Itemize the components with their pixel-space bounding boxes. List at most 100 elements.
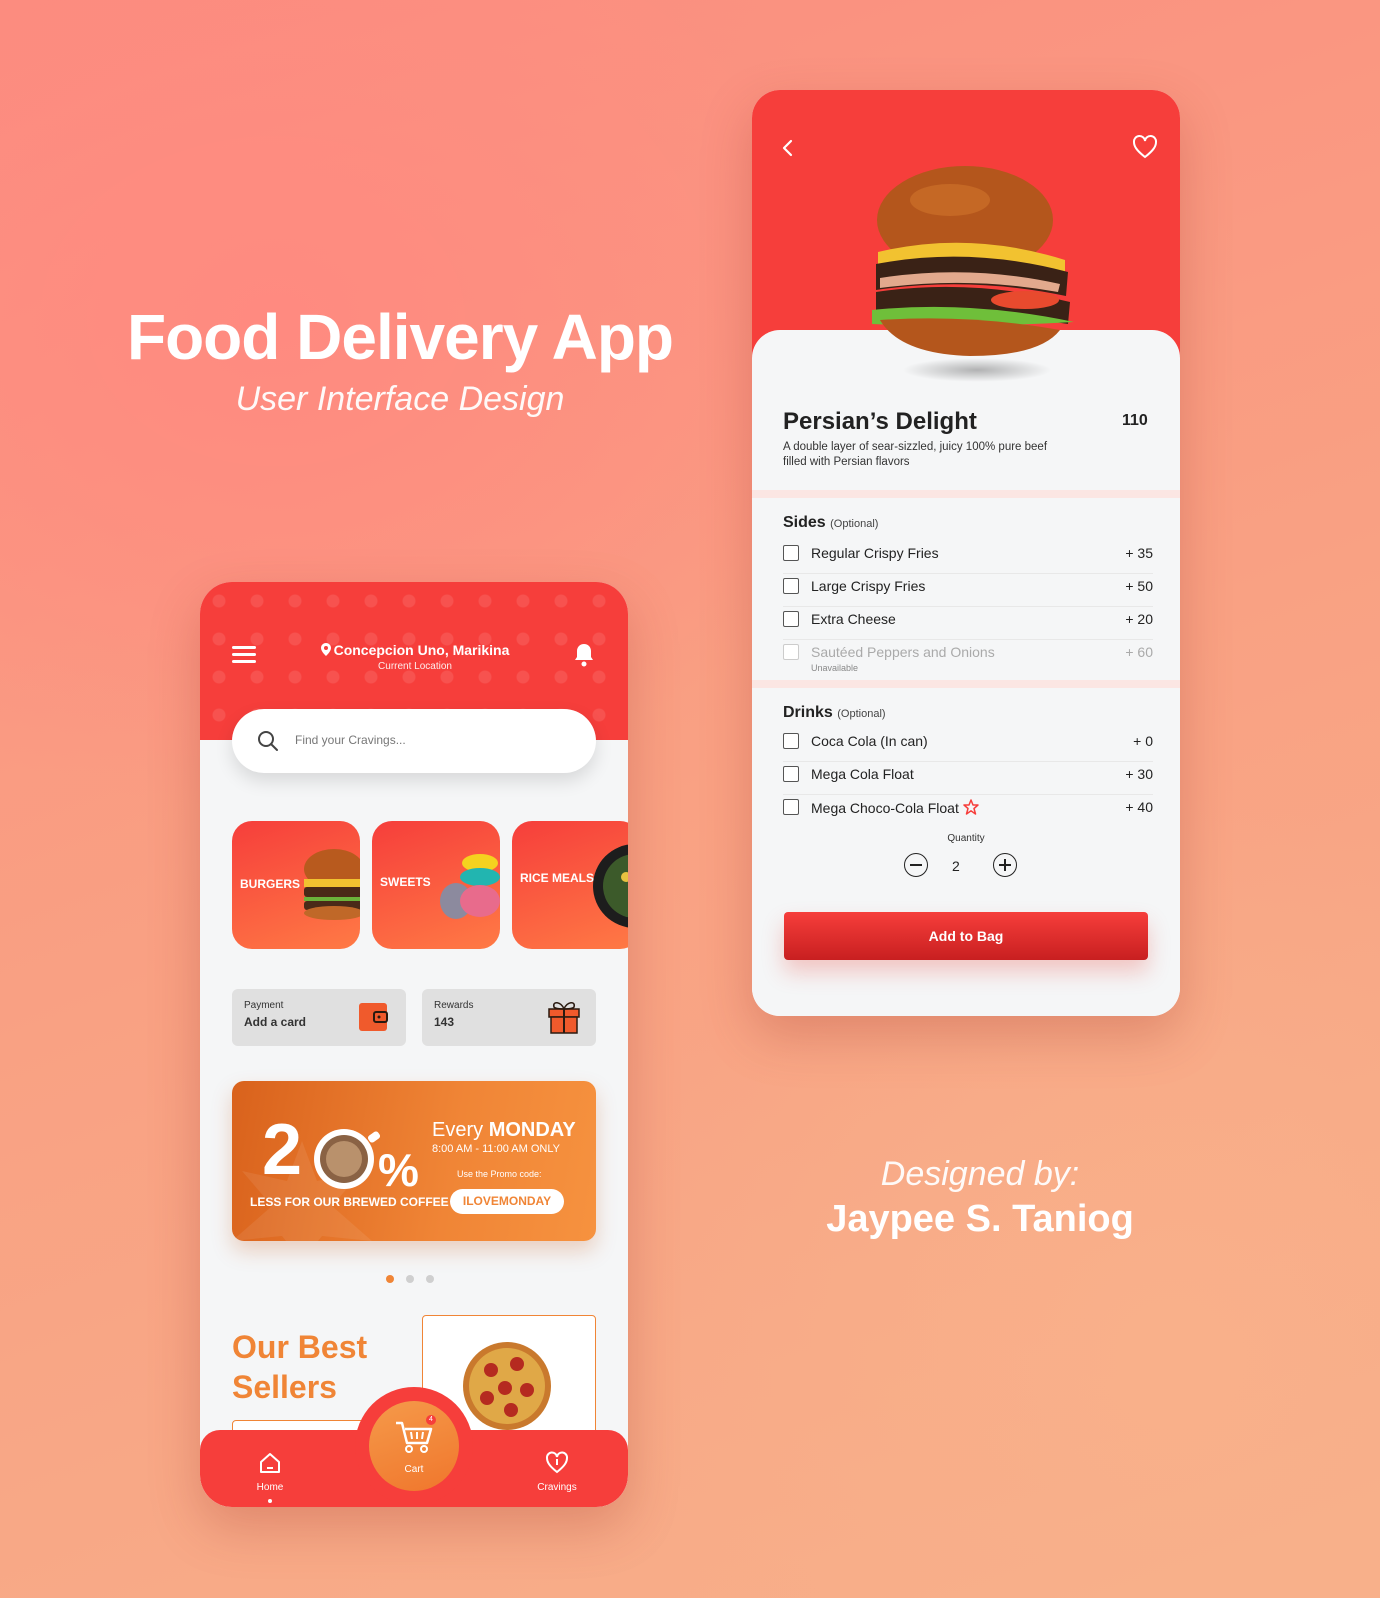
carousel-dots: [386, 1270, 446, 1288]
payment-tile[interactable]: Payment Add a card: [232, 989, 406, 1046]
product-name: Persian’s Delight: [783, 408, 977, 435]
checkbox[interactable]: [783, 799, 799, 815]
option-price: + 60: [1125, 644, 1153, 660]
menu-icon[interactable]: [232, 644, 258, 666]
headline: Food Delivery App User Interface Design: [0, 300, 800, 419]
favorite-heart-icon[interactable]: [1132, 134, 1158, 160]
side-option-unavailable: Sautéed Peppers and Onions + 60 Unavaila…: [783, 641, 1153, 677]
option-label: Mega Cola Float: [811, 766, 914, 782]
credit-label: Designed by:: [880, 1155, 1080, 1193]
promo-code-pill[interactable]: ILOVEMONDAY: [450, 1189, 564, 1214]
quantity-minus-button[interactable]: [904, 853, 928, 877]
payment-value: Add a card: [244, 1015, 307, 1029]
location-pin-icon: [320, 643, 331, 656]
product-price: 110: [1122, 412, 1148, 429]
checkbox[interactable]: [783, 578, 799, 594]
nav-active-dot: [268, 1499, 272, 1503]
add-to-bag-button[interactable]: Add to Bag: [784, 912, 1148, 960]
rice-meal-image: [593, 844, 628, 928]
option-label: Regular Crispy Fries: [811, 545, 939, 561]
option-label: Sautéed Peppers and Onions: [811, 644, 995, 660]
quantity-label: Quantity: [947, 833, 985, 844]
burger-shadow: [902, 358, 1052, 382]
quantity-plus-button[interactable]: [993, 853, 1017, 877]
nav-home[interactable]: Home: [230, 1450, 310, 1503]
gift-icon: [548, 1002, 580, 1034]
side-option[interactable]: Large Crispy Fries + 50: [783, 575, 1153, 607]
home-screen: Concepcion Uno, Marikina Current Locatio…: [200, 582, 628, 1507]
promo-every: Every MONDAY: [432, 1119, 576, 1142]
category-sweets[interactable]: SWEETS: [372, 821, 500, 949]
search-placeholder: Find your Cravings...: [295, 733, 406, 747]
nav-cravings[interactable]: Cravings: [517, 1450, 597, 1493]
drinks-title-text: Drinks: [783, 704, 833, 721]
drink-option[interactable]: Mega Cola Float + 30: [783, 763, 1153, 795]
drinks-optional: (Optional): [837, 708, 886, 720]
checkbox: [783, 644, 799, 660]
drinks-title: Drinks (Optional): [783, 704, 886, 722]
category-label: RICE MEALS: [520, 871, 595, 885]
burger-image: [872, 166, 1074, 356]
account-tiles: Payment Add a card Rewards 143: [232, 989, 596, 1046]
location-name: Concepcion Uno, Marikina: [333, 642, 510, 658]
carousel-dot[interactable]: [426, 1275, 434, 1283]
divider: [752, 680, 1180, 688]
category-burgers[interactable]: BURGERS: [232, 821, 360, 949]
option-note: Unavailable: [811, 663, 859, 673]
back-chevron-icon[interactable]: [776, 136, 800, 160]
option-price: + 40: [1125, 799, 1153, 815]
star-icon: [963, 799, 979, 815]
drink-option[interactable]: Coca Cola (In can) + 0: [783, 730, 1153, 762]
category-rice-meals[interactable]: RICE MEALS: [512, 821, 628, 949]
product-screen: Persian’s Delight 110 A double layer of …: [752, 90, 1180, 1016]
home-icon: [260, 1453, 280, 1473]
rewards-value: 143: [434, 1015, 455, 1029]
payment-label: Payment: [244, 1000, 284, 1011]
pizza-image: [463, 1342, 551, 1430]
side-option[interactable]: Regular Crispy Fries + 35: [783, 542, 1153, 574]
checkbox[interactable]: [783, 545, 799, 561]
promo-hours: 8:00 AM - 11:00 AM ONLY: [432, 1143, 560, 1155]
side-option[interactable]: Extra Cheese + 20: [783, 608, 1153, 640]
heart-icon: [546, 1451, 568, 1474]
cart-count-badge: 4: [426, 1415, 436, 1425]
headline-subtitle: User Interface Design: [235, 380, 565, 418]
option-label-wrap: Mega Choco-Cola Float: [811, 799, 979, 816]
promo-banner[interactable]: 2 % Every MONDAY 8:00 AM - 11:00 AM ONLY…: [232, 1081, 596, 1241]
nav-cravings-label: Cravings: [537, 1482, 577, 1493]
credit: Designed by: Jaypee S. Taniog: [770, 1155, 1190, 1241]
cart-button[interactable]: 4 Cart: [369, 1401, 459, 1491]
checkbox[interactable]: [783, 611, 799, 627]
burger-image: [304, 849, 360, 920]
option-price: + 20: [1125, 611, 1153, 627]
option-price: + 30: [1125, 766, 1153, 782]
coffee-cup-icon: [314, 1129, 381, 1189]
nav-home-label: Home: [256, 1482, 284, 1493]
carousel-dot-active[interactable]: [386, 1275, 394, 1283]
rewards-tile[interactable]: Rewards 143: [422, 989, 596, 1046]
credit-name: Jaypee S. Taniog: [826, 1198, 1134, 1240]
best-sellers-line1: Our Best: [232, 1329, 368, 1365]
wallet-icon: [359, 1003, 388, 1031]
carousel-dot[interactable]: [406, 1275, 414, 1283]
sides-optional: (Optional): [830, 518, 879, 530]
sides-title: Sides (Optional): [783, 514, 878, 532]
drink-option[interactable]: Mega Choco-Cola Float + 40: [783, 796, 1153, 828]
option-label: Coca Cola (In can): [811, 733, 928, 749]
promo-less: LESS FOR OUR BREWED COFFEE: [250, 1195, 449, 1209]
best-sellers-line2: Sellers: [232, 1369, 337, 1405]
category-list: BURGERS SWEETS RICE MEALS: [232, 821, 628, 951]
promo-use-code: Use the Promo code:: [457, 1169, 542, 1179]
option-label: Extra Cheese: [811, 611, 896, 627]
promo-day: MONDAY: [488, 1119, 576, 1141]
best-sellers-title: Our Best Sellers: [232, 1327, 367, 1407]
category-label: SWEETS: [380, 875, 431, 889]
notification-bell-icon[interactable]: [572, 642, 596, 668]
option-price: + 35: [1125, 545, 1153, 561]
location-selector[interactable]: Concepcion Uno, Marikina Current Locatio…: [300, 642, 530, 672]
search-bar[interactable]: Find your Cravings...: [232, 709, 596, 773]
promo-percent: %: [378, 1144, 419, 1196]
checkbox[interactable]: [783, 766, 799, 782]
checkbox[interactable]: [783, 733, 799, 749]
category-label: BURGERS: [240, 877, 301, 891]
